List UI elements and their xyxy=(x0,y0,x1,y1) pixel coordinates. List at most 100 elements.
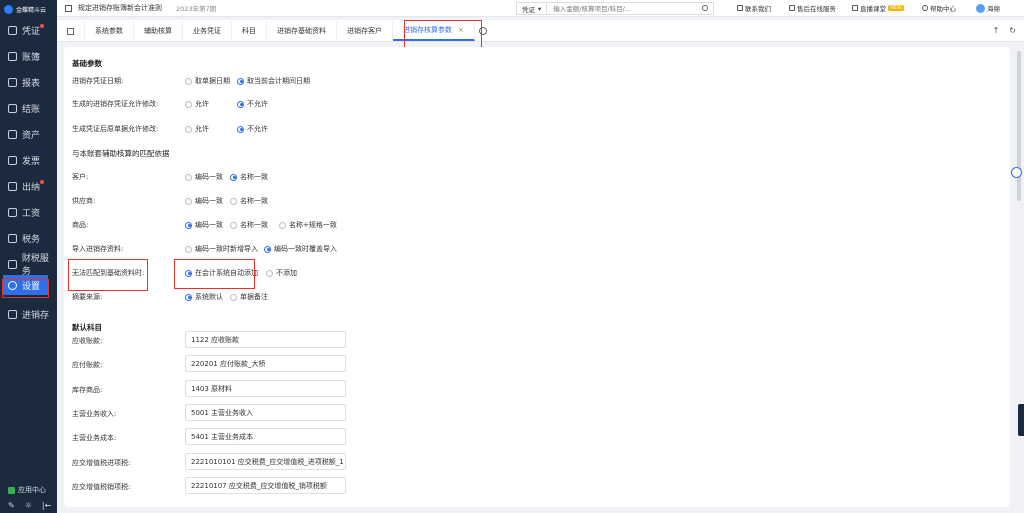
radio-unchecked[interactable] xyxy=(185,77,192,85)
radio-option[interactable]: 编码一致 xyxy=(185,220,223,230)
radio-option[interactable]: 单据备注 xyxy=(230,292,268,302)
account-select[interactable]: 5001 主营业务收入 xyxy=(185,404,346,421)
sidebar-item-11[interactable]: 进销存 xyxy=(0,301,57,327)
radio-option[interactable]: 系统默认 xyxy=(185,292,223,302)
radio-option[interactable]: 名称一致 xyxy=(230,220,268,230)
global-search: 凭证 ▾ xyxy=(516,2,714,15)
sidebar-item-1[interactable]: 账簿 xyxy=(0,43,57,69)
tab-1[interactable]: 辅助核算 xyxy=(134,21,183,41)
account-select[interactable]: 1403 原材料 xyxy=(185,380,346,397)
sidebar-item-7[interactable]: 工资 xyxy=(0,199,57,225)
app-center-label: 应用中心 xyxy=(18,486,46,494)
radio-unchecked[interactable] xyxy=(185,125,192,133)
sidebar-item-5[interactable]: 发票 xyxy=(0,147,57,173)
radio-checked[interactable] xyxy=(185,221,192,229)
app-logo: 金蝶精斗云 xyxy=(0,0,57,18)
radio-checked[interactable] xyxy=(230,173,237,181)
search-input[interactable] xyxy=(547,4,668,13)
radio-option[interactable]: 不允许 xyxy=(237,124,268,134)
radio-option[interactable]: 编码一致 xyxy=(185,196,223,206)
radio-checked[interactable] xyxy=(185,293,192,301)
radio-unchecked[interactable] xyxy=(230,221,237,229)
sidebar-item-3[interactable]: 结账 xyxy=(0,95,57,121)
radio-unchecked[interactable] xyxy=(279,221,286,229)
basic-params-title: 基础参数 xyxy=(72,59,102,68)
match-basis-title: 与本账套辅助核算的匹配依据 xyxy=(72,149,170,158)
after-sales-link[interactable]: 售后在线服务 xyxy=(789,3,836,13)
radio-option[interactable]: 允许 xyxy=(185,124,209,134)
radio-label: 名称一致 xyxy=(240,173,268,181)
radio-option[interactable]: 编码一致时新增导入 xyxy=(185,244,258,254)
account-select[interactable]: 1122 应收账款 xyxy=(185,331,346,348)
scroll-thumb[interactable] xyxy=(1017,51,1021,201)
company-selector[interactable]: 规定进销存账簿新会计准则 xyxy=(78,3,162,13)
tab-3[interactable]: 科目 xyxy=(232,21,267,41)
sidebar-item-6[interactable]: 出纳 xyxy=(0,173,57,199)
tab-2[interactable]: 业务凭证 xyxy=(183,21,232,41)
radio-unchecked[interactable] xyxy=(185,245,192,253)
float-assistant-icon[interactable] xyxy=(1011,167,1022,178)
radio-option[interactable]: 不添加 xyxy=(266,268,297,278)
account-label: 应交增值税销项税: xyxy=(72,483,131,491)
sidebar-item-4[interactable]: 资产 xyxy=(0,121,57,147)
radio-option[interactable]: 取单据日期 xyxy=(185,76,230,86)
tab-home[interactable] xyxy=(57,21,85,41)
sidebar-item-label: 报表 xyxy=(22,78,41,89)
back-to-top-icon[interactable]: ↑ xyxy=(993,26,1000,35)
refresh-icon[interactable]: ↻ xyxy=(1009,26,1016,35)
theme-icon[interactable]: ☼ xyxy=(25,501,32,510)
radio-checked[interactable] xyxy=(264,245,271,253)
sidebar-item-9[interactable]: 财税服务 xyxy=(0,251,57,277)
sidebar-item-0[interactable]: 凭证 xyxy=(0,17,57,43)
account-label: 应收账款: xyxy=(72,337,103,345)
account-select[interactable]: 220201 应付账款_大桥 xyxy=(185,355,346,372)
search-type-select[interactable]: 凭证 ▾ xyxy=(517,3,548,14)
radio-unchecked[interactable] xyxy=(185,197,192,205)
tab-5[interactable]: 进销存客户 xyxy=(337,21,393,41)
radio-option[interactable]: 取当前会计期间日期 xyxy=(237,76,310,86)
sidebar-item-label: 结账 xyxy=(22,104,41,115)
book-icon xyxy=(65,4,72,12)
edit-icon[interactable]: ✎ xyxy=(8,501,15,510)
radio-option[interactable]: 编码一致 xyxy=(185,172,223,182)
radio-option[interactable]: 名称+规格一致 xyxy=(279,220,337,230)
radio-unchecked[interactable] xyxy=(185,100,192,108)
radio-unchecked[interactable] xyxy=(230,197,237,205)
radio-unchecked[interactable] xyxy=(230,293,237,301)
tab-0[interactable]: 系统参数 xyxy=(85,21,134,41)
field-label: 生成的进销存凭证允许修改: xyxy=(72,100,159,108)
radio-option[interactable]: 不允许 xyxy=(237,99,268,109)
collapse-sidebar-icon[interactable]: |← xyxy=(42,501,51,510)
notification-dot xyxy=(40,24,44,28)
radio-option[interactable]: 编码一致时覆盖导入 xyxy=(264,244,337,254)
side-drawer-handle[interactable] xyxy=(1018,404,1024,436)
radio-checked[interactable] xyxy=(237,125,244,133)
account-select[interactable]: 2221010101 应交税费_应交增值税_进项税额_1 xyxy=(185,453,346,470)
radio-option[interactable]: 名称一致 xyxy=(230,196,268,206)
radio-label: 编码一致 xyxy=(195,173,223,181)
sidebar-item-2[interactable]: 报表 xyxy=(0,69,57,95)
radio-option[interactable]: 名称一致 xyxy=(230,172,268,182)
tab-4[interactable]: 进销存基础资料 xyxy=(267,21,337,41)
radio-unchecked[interactable] xyxy=(266,269,273,277)
settings-panel: 基础参数 进销存凭证日期: 取单据日期 取当前会计期间日期 生成的进销存凭证允许修改:… xyxy=(64,47,1010,507)
search-icon[interactable] xyxy=(702,5,708,11)
radio-unchecked[interactable] xyxy=(185,173,192,181)
logo-text: 金蝶精斗云 xyxy=(16,6,47,14)
account-select[interactable]: 22210107 应交税费_应交增值税_销项税额 xyxy=(185,477,346,494)
radio-checked[interactable] xyxy=(237,77,244,85)
headset-icon xyxy=(789,5,795,11)
sidebar-item-icon xyxy=(8,51,17,61)
app-center-button[interactable]: 应用中心 xyxy=(0,483,57,497)
live-class-link[interactable]: 直播课堂 NEW xyxy=(852,3,904,13)
sidebar: 金蝶精斗云 凭证 账簿 报表 结账 资产 发票 出纳 工资 税务 财税服务 设置 进销存 应用中心 ✎… xyxy=(0,0,57,513)
page-scrollbar[interactable] xyxy=(1016,47,1022,507)
user-menu[interactable]: 海绵 xyxy=(976,3,1000,13)
help-center-link[interactable]: 帮助中心 xyxy=(922,3,956,13)
contact-us-link[interactable]: 联系我们 xyxy=(737,3,771,13)
radio-option[interactable]: 允许 xyxy=(185,99,209,109)
sidebar-item-icon xyxy=(8,309,17,319)
account-select[interactable]: 5401 主营业务成本 xyxy=(185,428,346,445)
radio-checked[interactable] xyxy=(237,100,244,108)
sidebar-item-8[interactable]: 税务 xyxy=(0,225,57,251)
